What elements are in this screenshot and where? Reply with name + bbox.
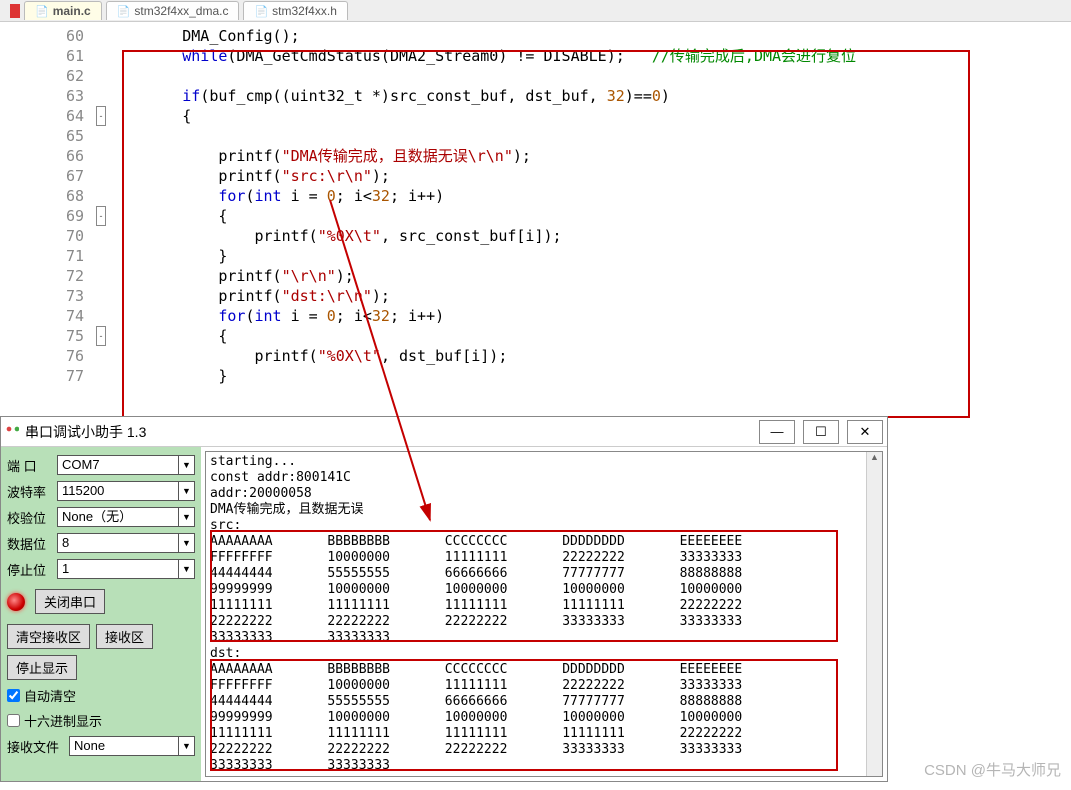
fold-column[interactable]: - - -	[92, 22, 110, 386]
tab-bar: 📄main.c📄stm32f4xx_dma.c📄stm32f4xx.h	[0, 0, 1071, 22]
baud-label: 波特率	[7, 482, 51, 501]
line-number: 75	[0, 326, 92, 346]
line-number: 66	[0, 146, 92, 166]
line-number: 73	[0, 286, 92, 306]
parity-label: 校验位	[7, 508, 51, 527]
line-number: 67	[0, 166, 92, 186]
code-line[interactable]: }	[110, 366, 856, 386]
fold-toggle[interactable]: -	[96, 206, 106, 226]
line-number: 71	[0, 246, 92, 266]
minimize-button[interactable]: —	[759, 420, 795, 444]
chevron-down-icon[interactable]: ▼	[178, 737, 194, 755]
parity-combo[interactable]: None（无）▼	[57, 507, 195, 527]
code-line[interactable]: {	[110, 106, 856, 126]
fold-toggle[interactable]: -	[96, 326, 106, 346]
scrollbar[interactable]	[866, 452, 882, 776]
code-line[interactable]: for(int i = 0; i<32; i++)	[110, 186, 856, 206]
status-led-icon	[7, 593, 25, 611]
line-number: 64	[0, 106, 92, 126]
hex-display-checkbox[interactable]	[7, 714, 20, 727]
chevron-down-icon[interactable]: ▼	[178, 560, 194, 578]
line-number: 74	[0, 306, 92, 326]
line-number: 60	[0, 26, 92, 46]
baud-combo[interactable]: 115200▼	[57, 481, 195, 501]
serial-titlebar[interactable]: 串口调试小助手 1.3 — ☐ ✕	[1, 417, 887, 447]
line-number: 72	[0, 266, 92, 286]
code-line[interactable]: printf("DMA传输完成，且数据无误\r\n");	[110, 146, 856, 166]
code-line[interactable]	[110, 126, 856, 146]
code-line[interactable]: printf("\r\n");	[110, 266, 856, 286]
code-line[interactable]: printf("dst:\r\n");	[110, 286, 856, 306]
chevron-down-icon[interactable]: ▼	[178, 482, 194, 500]
chevron-down-icon[interactable]: ▼	[178, 534, 194, 552]
code-line[interactable]: {	[110, 326, 856, 346]
line-number: 65	[0, 126, 92, 146]
code-content[interactable]: DMA_Config(); while(DMA_GetCmdStatus(DMA…	[110, 22, 856, 386]
file-tab[interactable]: 📄stm32f4xx_dma.c	[106, 1, 240, 20]
code-line[interactable]: DMA_Config();	[110, 26, 856, 46]
tab-label: stm32f4xx_dma.c	[134, 4, 228, 18]
code-editor[interactable]: 606162636465666768697071727374757677 ---…	[0, 22, 1071, 386]
line-number: 61	[0, 46, 92, 66]
hex-display-label: 十六进制显示	[24, 711, 102, 730]
chevron-down-icon[interactable]: ▼	[178, 456, 194, 474]
fold-toggle[interactable]: -	[96, 106, 106, 126]
close-button[interactable]: ✕	[847, 420, 883, 444]
code-line[interactable]: while(DMA_GetCmdStatus(DMA2_Stream0) != …	[110, 46, 856, 66]
serial-debug-window: 串口调试小助手 1.3 — ☐ ✕ 端 口 COM7▼ 波特率 115200▼ 校验…	[0, 416, 888, 782]
line-number: 77	[0, 366, 92, 386]
code-line[interactable]	[110, 66, 856, 86]
code-line[interactable]: if(buf_cmp((uint32_t *)src_const_buf, ds…	[110, 86, 856, 106]
serial-output-text: starting... const addr:800141C addr:2000…	[206, 452, 882, 776]
maximize-button[interactable]: ☐	[803, 420, 839, 444]
line-number: 70	[0, 226, 92, 246]
code-line[interactable]: for(int i = 0; i<32; i++)	[110, 306, 856, 326]
code-line[interactable]: printf("%0X\t", dst_buf[i]);	[110, 346, 856, 366]
port-combo[interactable]: COM7▼	[57, 455, 195, 475]
stop-display-button[interactable]: 停止显示	[7, 655, 77, 680]
data-label: 数据位	[7, 534, 51, 553]
stopbits-combo[interactable]: 1▼	[57, 559, 195, 579]
file-icon: 📄	[254, 5, 268, 18]
line-number: 76	[0, 346, 92, 366]
chevron-down-icon[interactable]: ▼	[178, 508, 194, 526]
file-icon: 📄	[35, 5, 49, 18]
databits-combo[interactable]: 8▼	[57, 533, 195, 553]
watermark: CSDN @牛马大师兄	[924, 759, 1061, 780]
rx-file-combo[interactable]: None▼	[69, 736, 195, 756]
stop-label: 停止位	[7, 560, 51, 579]
clear-rx-button[interactable]: 清空接收区	[7, 624, 90, 649]
code-line[interactable]: {	[110, 206, 856, 226]
line-number: 69	[0, 206, 92, 226]
file-tab[interactable]: 📄 main.c	[24, 1, 102, 20]
serial-settings-panel: 端 口 COM7▼ 波特率 115200▼ 校验位 None（无）▼ 数据位 8▼ 停止…	[1, 447, 201, 781]
app-icon	[10, 4, 20, 18]
auto-clear-checkbox[interactable]	[7, 689, 20, 702]
line-number: 62	[0, 66, 92, 86]
port-label: 端 口	[7, 456, 51, 475]
line-number: 68	[0, 186, 92, 206]
rx-file-label: 接收文件	[7, 737, 63, 756]
tab-label: main.c	[53, 4, 91, 18]
rx-area-button[interactable]: 接收区	[96, 624, 153, 649]
file-icon: 📄	[117, 5, 131, 18]
line-gutter: 606162636465666768697071727374757677	[0, 22, 92, 386]
tab-label: stm32f4xx.h	[272, 4, 337, 18]
line-number: 63	[0, 86, 92, 106]
auto-clear-label: 自动清空	[24, 686, 76, 705]
serial-title-text: 串口调试小助手 1.3	[25, 422, 146, 442]
close-port-button[interactable]: 关闭串口	[35, 589, 105, 614]
code-line[interactable]: }	[110, 246, 856, 266]
serial-app-icon	[5, 425, 19, 439]
code-line[interactable]: printf("%0X\t", src_const_buf[i]);	[110, 226, 856, 246]
file-tab[interactable]: 📄 stm32f4xx.h	[243, 1, 347, 20]
serial-output-panel[interactable]: starting... const addr:800141C addr:2000…	[205, 451, 883, 777]
code-line[interactable]: printf("src:\r\n");	[110, 166, 856, 186]
